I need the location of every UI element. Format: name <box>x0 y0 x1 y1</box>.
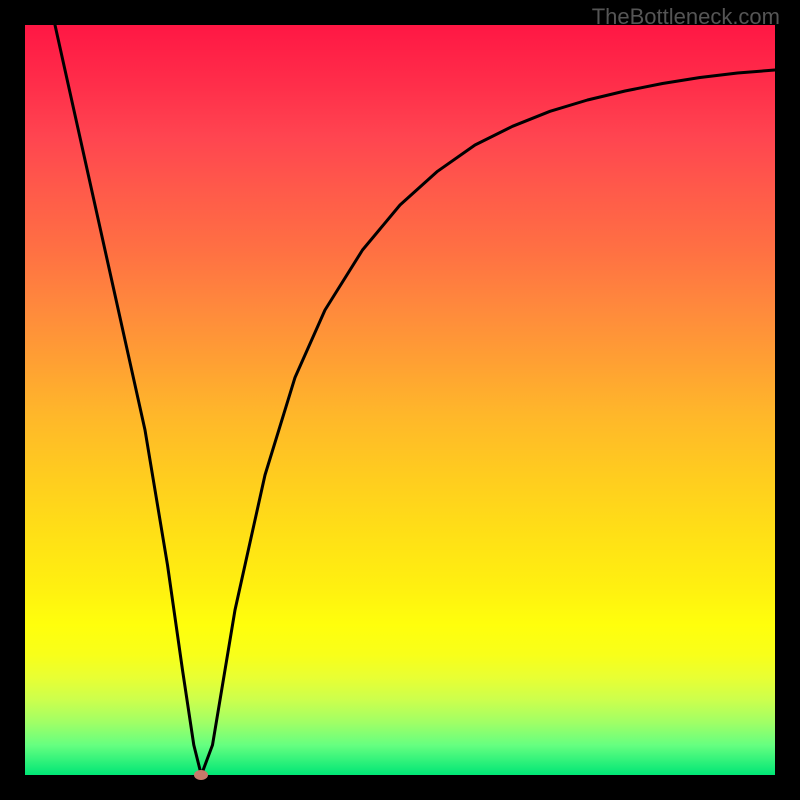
minimum-marker <box>194 770 208 780</box>
chart-plot-area <box>25 25 775 775</box>
chart-curve <box>25 25 775 775</box>
watermark-text: TheBottleneck.com <box>592 4 780 30</box>
